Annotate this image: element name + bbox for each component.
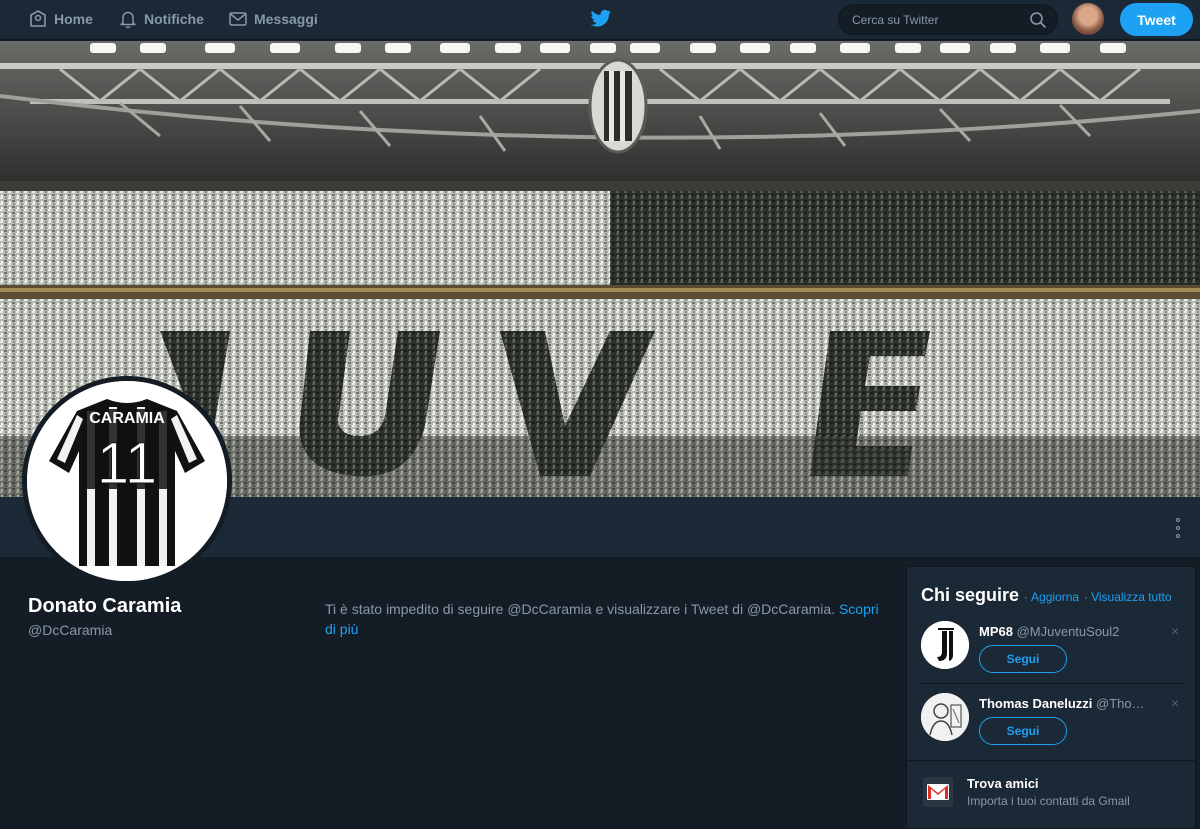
close-icon[interactable]: × [1171,695,1179,711]
close-icon[interactable]: × [1171,623,1179,639]
view-all-link[interactable]: Visualizza tutto [1091,590,1172,604]
suggestion-item[interactable]: Thomas Daneluzzi @Tho… × Segui [921,693,1183,753]
search-icon[interactable] [1029,11,1047,29]
suggestion-handle: @MJuventuSoul2 [1016,624,1120,639]
follow-button[interactable]: Segui [979,717,1067,745]
tweet-button[interactable]: Tweet [1120,3,1193,36]
separator: · [1024,590,1029,604]
suggestion-avatar[interactable] [921,621,969,669]
find-friends-subtitle: Importa i tuoi contatti da Gmail [967,794,1130,808]
jersey-image: CARAMIA 11 [27,381,227,581]
nav-notifications-label: Notifiche [144,11,204,27]
refresh-link[interactable]: Aggiorna [1031,590,1079,604]
profile-display-name: Donato Caramia [28,595,182,617]
profile-handle: @DcCaramia [28,622,113,638]
bell-icon [120,11,136,29]
separator: · [1084,590,1089,604]
suggestion-display-name: MP68 [979,624,1013,639]
nav-messages-label: Messaggi [254,11,318,27]
follow-button[interactable]: Segui [979,645,1067,673]
home-icon [30,10,46,27]
who-to-follow-title: Chi seguire [921,585,1020,605]
who-to-follow-module: Chi seguire · Aggiorna · Visualizza tutt… [906,566,1196,761]
suggestion-display-name: Thomas Daneluzzi [979,696,1093,711]
find-friends-module[interactable]: Trova amici Importa i tuoi contatti da G… [906,761,1196,829]
top-navigation-bar: Home Notifiche Messaggi Tweet [0,0,1200,40]
nav-home-label: Home [54,11,93,27]
user-avatar[interactable] [1072,3,1104,35]
envelope-icon [229,12,247,26]
jersey-name: CARAMIA [89,410,165,427]
suggestion-name[interactable]: Thomas Daneluzzi @Tho… [979,696,1149,711]
search-input[interactable] [839,5,1029,34]
who-to-follow-header: Chi seguire · Aggiorna · Visualizza tutt… [921,585,1172,606]
suggestion-item[interactable]: MP68 @MJuventuSoul2 × Segui [921,621,1183,681]
divider [921,683,1183,684]
sketch-portrait-icon [921,693,969,741]
blocked-text: Ti è stato impedito di seguire @DcCarami… [325,601,836,617]
blocked-message: Ti è stato impedito di seguire @DcCarami… [325,599,885,639]
nav-messages[interactable]: Messaggi [228,0,318,38]
jersey-number: 11 [97,431,157,496]
gmail-icon [923,777,953,807]
suggestion-handle: @Tho… [1096,696,1145,711]
nav-home[interactable]: Home [28,0,93,38]
nav-notifications[interactable]: Notifiche [118,0,204,38]
juventus-logo-icon [921,621,969,669]
more-dots-icon[interactable] [1172,518,1184,538]
find-friends-title[interactable]: Trova amici [967,776,1039,791]
twitter-bird-icon[interactable] [590,9,612,29]
suggestion-avatar[interactable] [921,693,969,741]
profile-avatar[interactable]: CARAMIA 11 [22,376,232,586]
suggestion-name[interactable]: MP68 @MJuventuSoul2 [979,624,1149,639]
search-box[interactable] [838,4,1058,35]
